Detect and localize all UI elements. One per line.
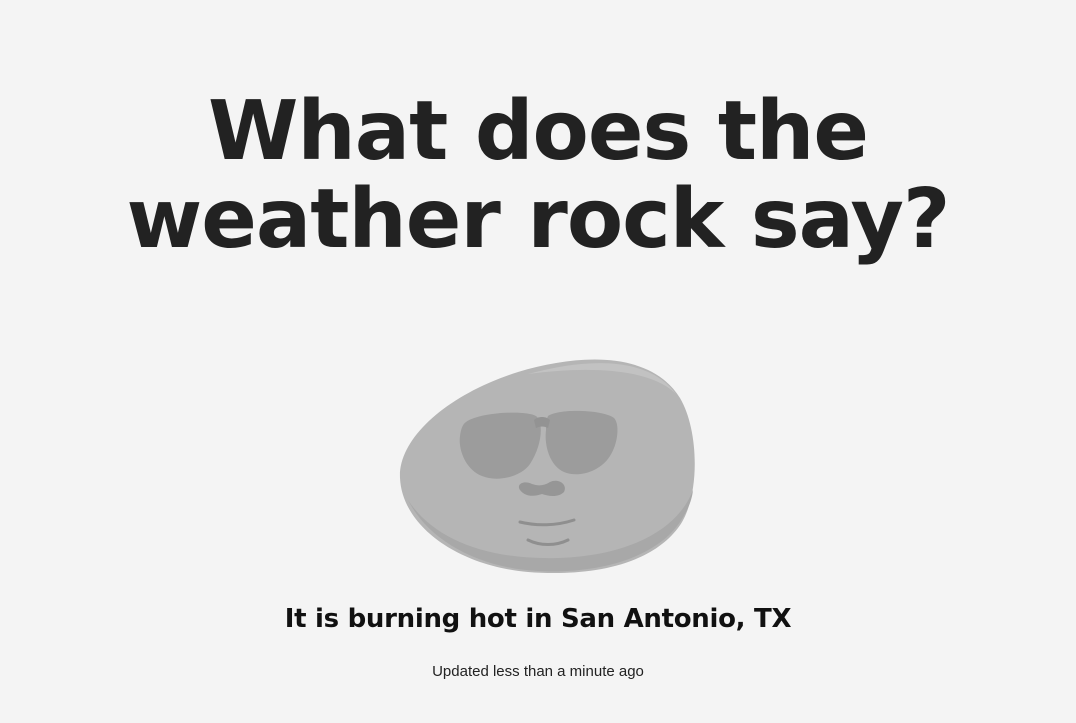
page-title-line-1: What does the: [207, 84, 869, 179]
page-title: What does the weather rock say?: [0, 88, 1076, 264]
weather-rock: [388, 350, 700, 578]
weather-status-message: It is burning hot in San Antonio, TX: [284, 604, 792, 634]
page-title-line-2: weather rock say?: [126, 172, 951, 267]
rock-with-sunglasses-icon: [399, 359, 695, 574]
sunglasses-bridge: [534, 417, 550, 428]
last-updated-text: Updated less than a minute ago: [432, 663, 644, 680]
